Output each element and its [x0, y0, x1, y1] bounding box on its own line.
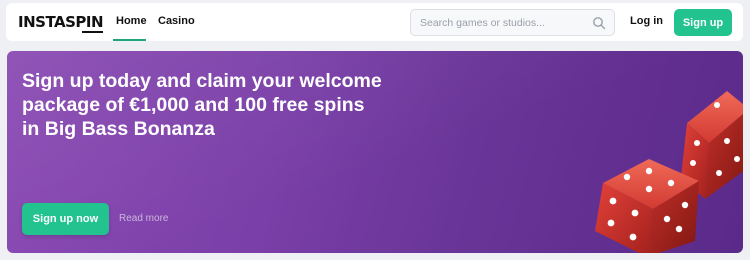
red-dice-illustration — [595, 91, 743, 253]
instaspin-logo[interactable]: INSTASPIN — [18, 13, 104, 33]
promo-title: Sign up today and claim your welcome pac… — [22, 70, 382, 140]
nav-home[interactable]: Home — [116, 15, 147, 27]
signup-now-button[interactable]: Sign up now — [22, 203, 109, 235]
login-link[interactable]: Log in — [630, 15, 663, 27]
top-header: INSTASPIN Home Casino Log in Sign up — [6, 3, 743, 41]
signup-button[interactable]: Sign up — [674, 9, 732, 36]
nav-active-indicator — [113, 39, 146, 41]
promo-banner: Sign up today and claim your welcome pac… — [7, 51, 743, 253]
read-more-link[interactable]: Read more — [119, 213, 168, 224]
logo-text: INSTASPIN — [18, 13, 104, 31]
nav-casino[interactable]: Casino — [158, 15, 195, 27]
search-icon[interactable] — [592, 16, 606, 30]
search-input[interactable] — [420, 15, 580, 31]
logo-underline — [82, 31, 104, 33]
search-box[interactable] — [410, 9, 615, 36]
